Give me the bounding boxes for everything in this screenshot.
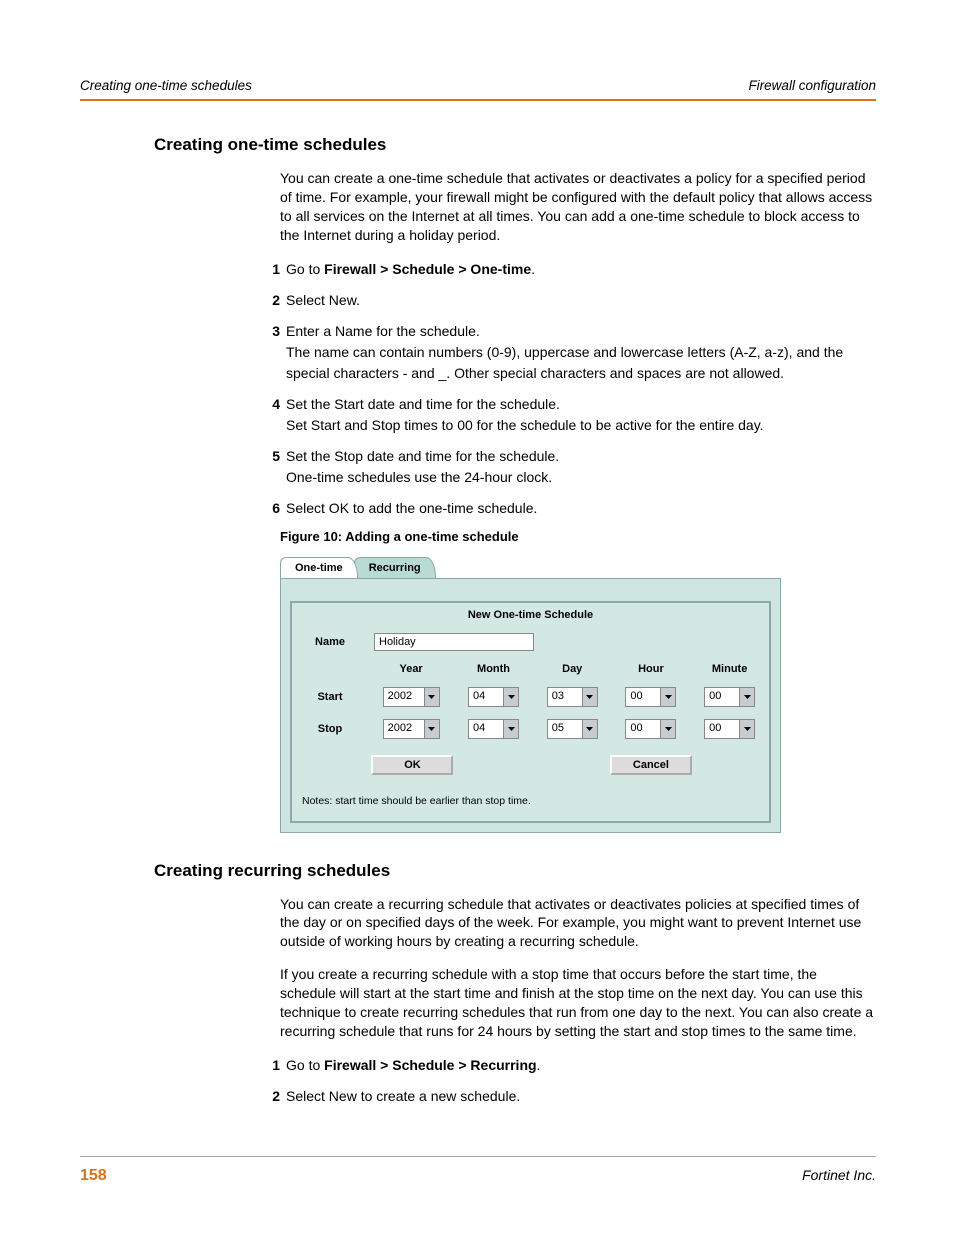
step-bold-path: Firewall > Schedule > Recurring [324, 1057, 536, 1073]
intro-recurring-2: If you create a recurring schedule with … [280, 965, 876, 1041]
stop-month-select[interactable]: 04 [468, 719, 519, 739]
step-text: Go to [286, 1057, 324, 1073]
step-1: 1 Go to Firewall > Schedule > One-time. [248, 259, 876, 280]
tab-strip: One-time Recurring [280, 552, 781, 578]
step-text: One-time schedules use the 24-hour clock… [286, 467, 876, 488]
stop-hour-select[interactable]: 00 [625, 719, 676, 739]
col-hour: Hour [612, 657, 691, 681]
step-text: Set Start and Stop times to 00 for the s… [286, 415, 876, 436]
header-left: Creating one-time schedules [80, 78, 252, 93]
step-number: 2 [248, 1086, 280, 1107]
chevron-down-icon [503, 688, 518, 706]
stop-year-select[interactable]: 2002 [383, 719, 440, 739]
step-text: Select New to create a new schedule. [286, 1086, 876, 1107]
form-notes: Notes: start time should be earlier than… [292, 785, 769, 821]
start-minute-select[interactable]: 00 [704, 687, 755, 707]
step-5: 5 Set the Stop date and time for the sch… [248, 446, 876, 488]
col-month: Month [454, 657, 533, 681]
page-number: 158 [80, 1167, 107, 1185]
stop-minute-select[interactable]: 00 [704, 719, 755, 739]
cancel-button[interactable]: Cancel [610, 755, 692, 775]
page-footer: 158 Fortinet Inc. [80, 1156, 876, 1185]
form-panel: New One-time Schedule Name Year Month Da… [280, 578, 781, 833]
col-year: Year [368, 657, 454, 681]
running-header: Creating one-time schedules Firewall con… [80, 78, 876, 101]
stop-day-select[interactable]: 05 [547, 719, 598, 739]
intro-recurring-1: You can create a recurring schedule that… [280, 895, 876, 952]
col-minute: Minute [690, 657, 769, 681]
step-2-recurring: 2 Select New to create a new schedule. [248, 1086, 876, 1107]
section-title-one-time: Creating one-time schedules [154, 135, 876, 155]
start-year-select[interactable]: 2002 [383, 687, 440, 707]
label-start: Start [292, 681, 368, 713]
form-title: New One-time Schedule [292, 603, 769, 627]
step-text: Select New. [286, 290, 876, 311]
intro-one-time: You can create a one-time schedule that … [280, 169, 876, 245]
figure-caption: Figure 10: Adding a one-time schedule [280, 529, 876, 544]
label-name: Name [292, 627, 368, 657]
step-number: 6 [248, 498, 280, 519]
step-text: The name can contain numbers (0-9), uppe… [286, 342, 876, 384]
step-number: 1 [248, 1055, 280, 1076]
step-2: 2 Select New. [248, 290, 876, 311]
vendor-name: Fortinet Inc. [802, 1167, 876, 1185]
figure-one-time-schedule: One-time Recurring New One-time Schedule… [280, 552, 781, 833]
step-1-recurring: 1 Go to Firewall > Schedule > Recurring. [248, 1055, 876, 1076]
step-4: 4 Set the Start date and time for the sc… [248, 394, 876, 436]
chevron-down-icon [660, 720, 675, 738]
step-text: Go to [286, 261, 324, 277]
ok-button[interactable]: OK [371, 755, 453, 775]
chevron-down-icon [660, 688, 675, 706]
name-input[interactable] [374, 633, 534, 651]
step-bold-path: Firewall > Schedule > One-time [324, 261, 531, 277]
step-number: 1 [248, 259, 280, 280]
col-day: Day [533, 657, 612, 681]
tab-one-time[interactable]: One-time [280, 557, 358, 578]
chevron-down-icon [582, 688, 597, 706]
step-number: 2 [248, 290, 280, 311]
chevron-down-icon [739, 688, 754, 706]
step-3: 3 Enter a Name for the schedule. The nam… [248, 321, 876, 384]
tab-recurring[interactable]: Recurring [354, 557, 436, 578]
chevron-down-icon [424, 688, 439, 706]
step-text: Set the Stop date and time for the sched… [286, 446, 876, 467]
step-6: 6 Select OK to add the one-time schedule… [248, 498, 876, 519]
step-text: Set the Start date and time for the sche… [286, 394, 876, 415]
label-stop: Stop [292, 713, 368, 745]
step-text: Enter a Name for the schedule. [286, 321, 876, 342]
start-month-select[interactable]: 04 [468, 687, 519, 707]
chevron-down-icon [503, 720, 518, 738]
section-title-recurring: Creating recurring schedules [154, 861, 876, 881]
step-number: 5 [248, 446, 280, 488]
step-number: 3 [248, 321, 280, 384]
header-right: Firewall configuration [748, 78, 876, 93]
chevron-down-icon [582, 720, 597, 738]
step-text: Select OK to add the one-time schedule. [286, 498, 876, 519]
step-number: 4 [248, 394, 280, 436]
chevron-down-icon [739, 720, 754, 738]
chevron-down-icon [424, 720, 439, 738]
start-hour-select[interactable]: 00 [625, 687, 676, 707]
start-day-select[interactable]: 03 [547, 687, 598, 707]
